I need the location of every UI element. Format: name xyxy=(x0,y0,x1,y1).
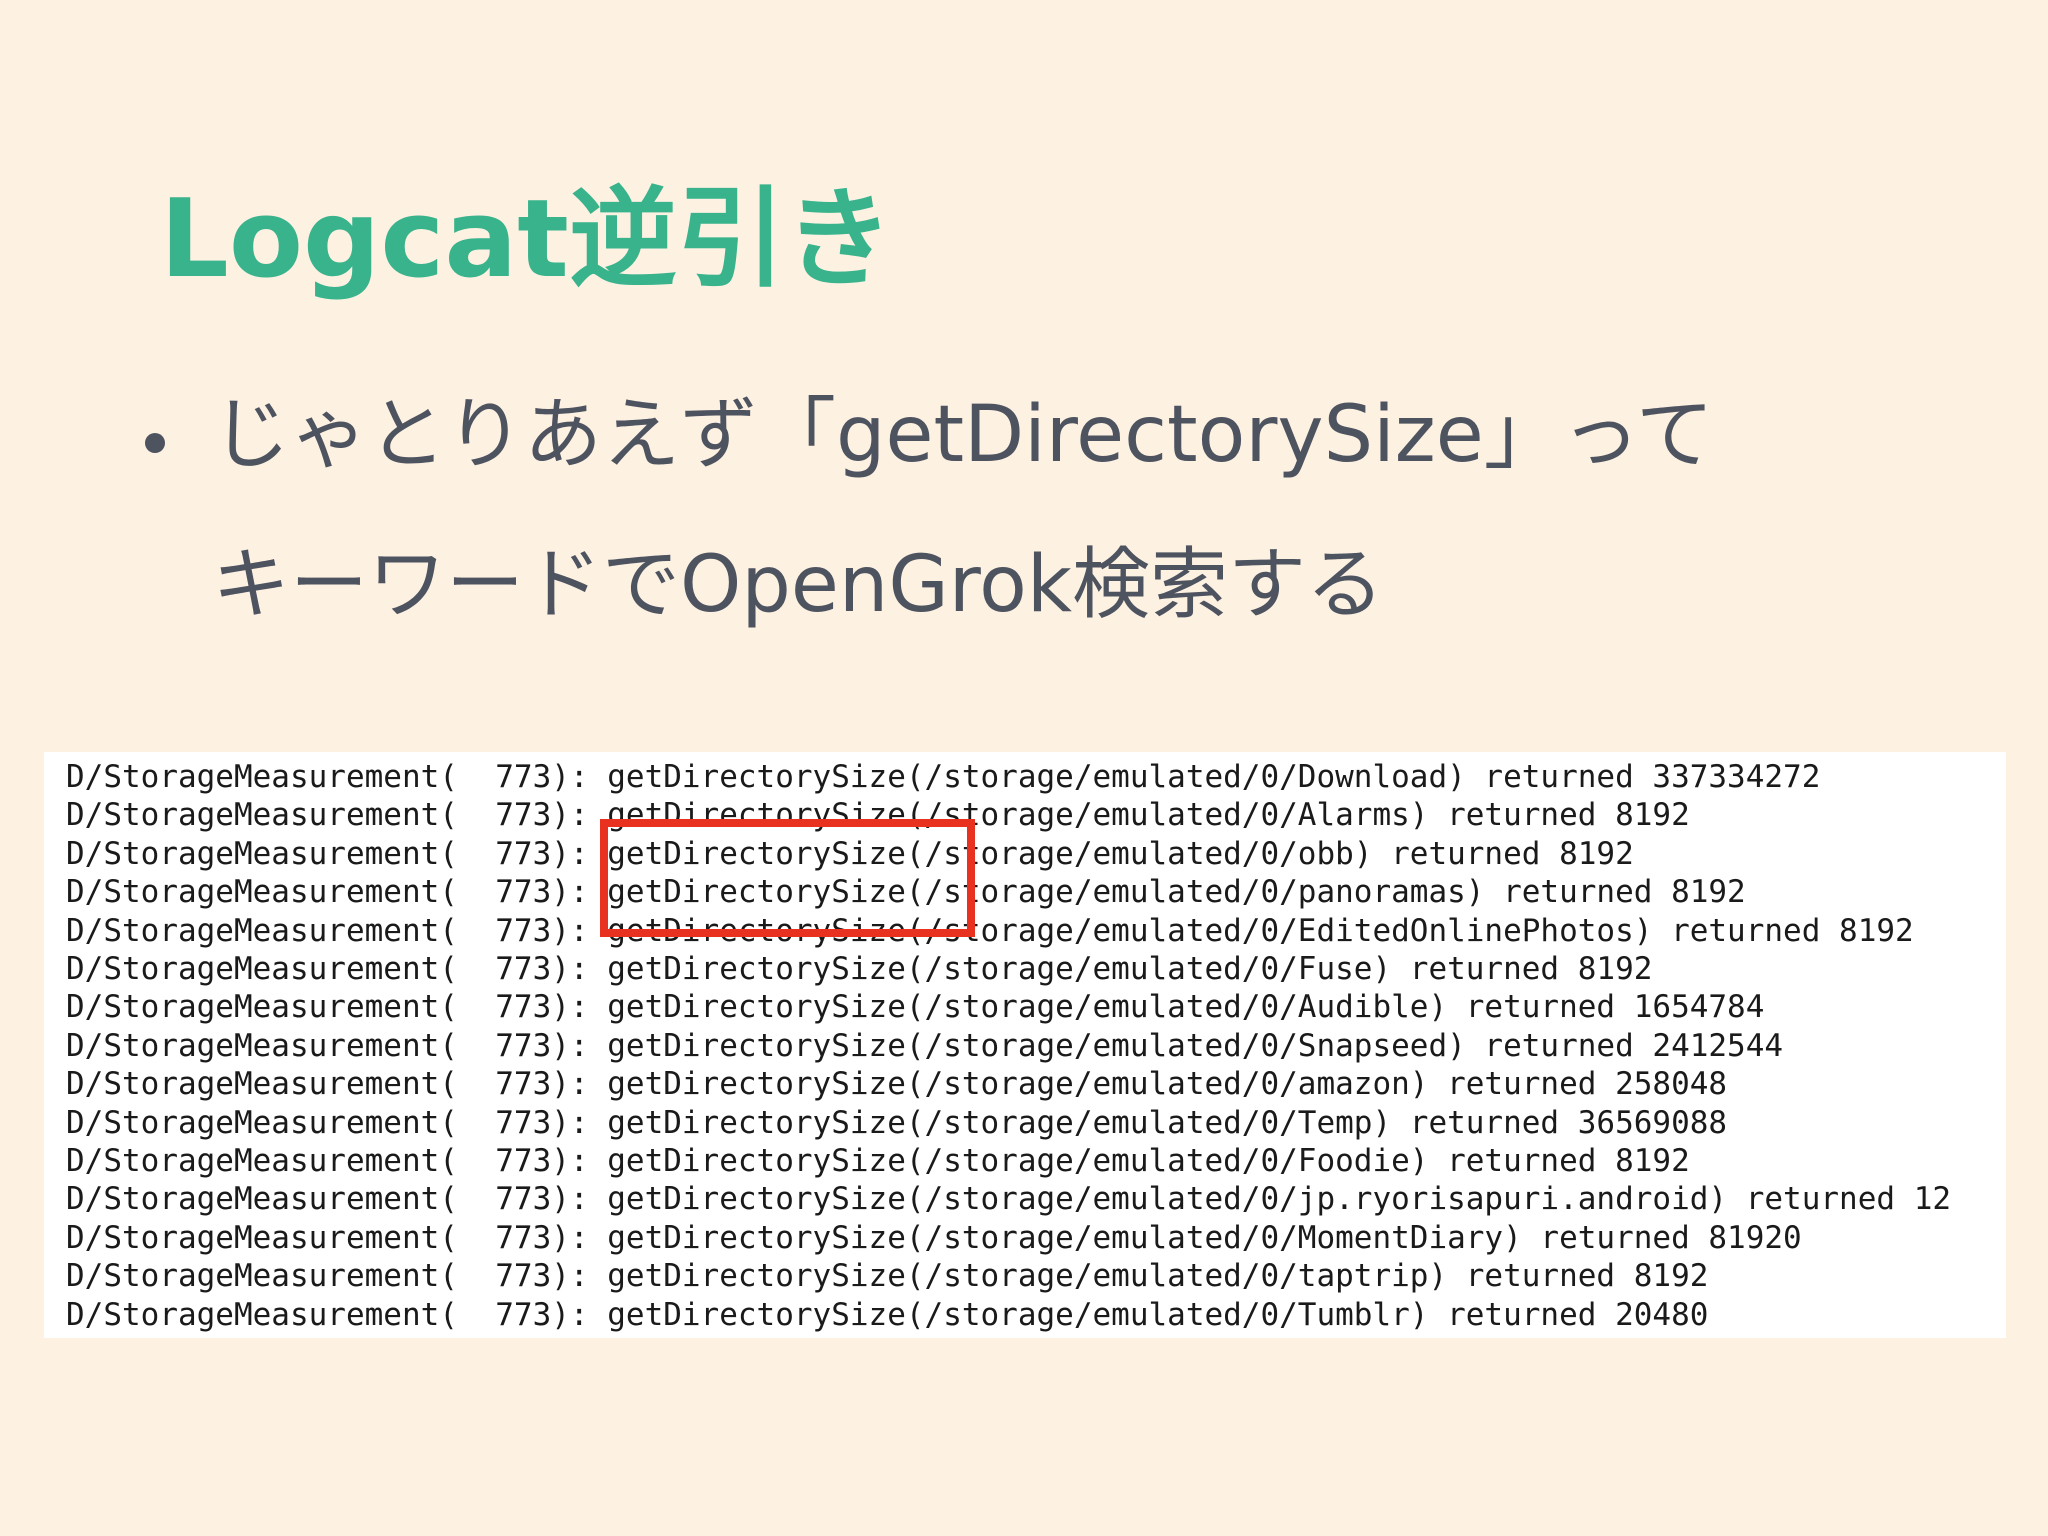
log-line: D/StorageMeasurement( 773): getDirectory… xyxy=(66,759,1821,795)
log-line: D/StorageMeasurement( 773): getDirectory… xyxy=(66,1181,1952,1217)
log-line: D/StorageMeasurement( 773): getDirectory… xyxy=(66,1258,1709,1294)
bullet-text-line-1: じゃとりあえず「getDirectorySize」って xyxy=(212,390,1714,480)
highlight-box xyxy=(600,819,975,937)
log-line: D/StorageMeasurement( 773): getDirectory… xyxy=(66,1143,1690,1179)
bullet-text-line-2: キーワードでOpenGrok検索する xyxy=(212,540,1385,630)
log-line: D/StorageMeasurement( 773): getDirectory… xyxy=(66,1220,1802,1256)
log-line: D/StorageMeasurement( 773): getDirectory… xyxy=(66,1105,1728,1141)
log-line: D/StorageMeasurement( 773): getDirectory… xyxy=(66,951,1653,987)
bullet-dot-icon xyxy=(145,433,165,453)
log-line: D/StorageMeasurement( 773): getDirectory… xyxy=(66,1028,1784,1064)
logcat-output-panel: D/StorageMeasurement( 773): getDirectory… xyxy=(44,752,2006,1338)
log-line: D/StorageMeasurement( 773): getDirectory… xyxy=(66,1297,1709,1333)
slide-title: Logcat逆引き xyxy=(160,177,893,302)
log-line: D/StorageMeasurement( 773): getDirectory… xyxy=(66,989,1765,1025)
log-line: D/StorageMeasurement( 773): getDirectory… xyxy=(66,913,1914,949)
log-line: D/StorageMeasurement( 773): getDirectory… xyxy=(66,1066,1728,1102)
